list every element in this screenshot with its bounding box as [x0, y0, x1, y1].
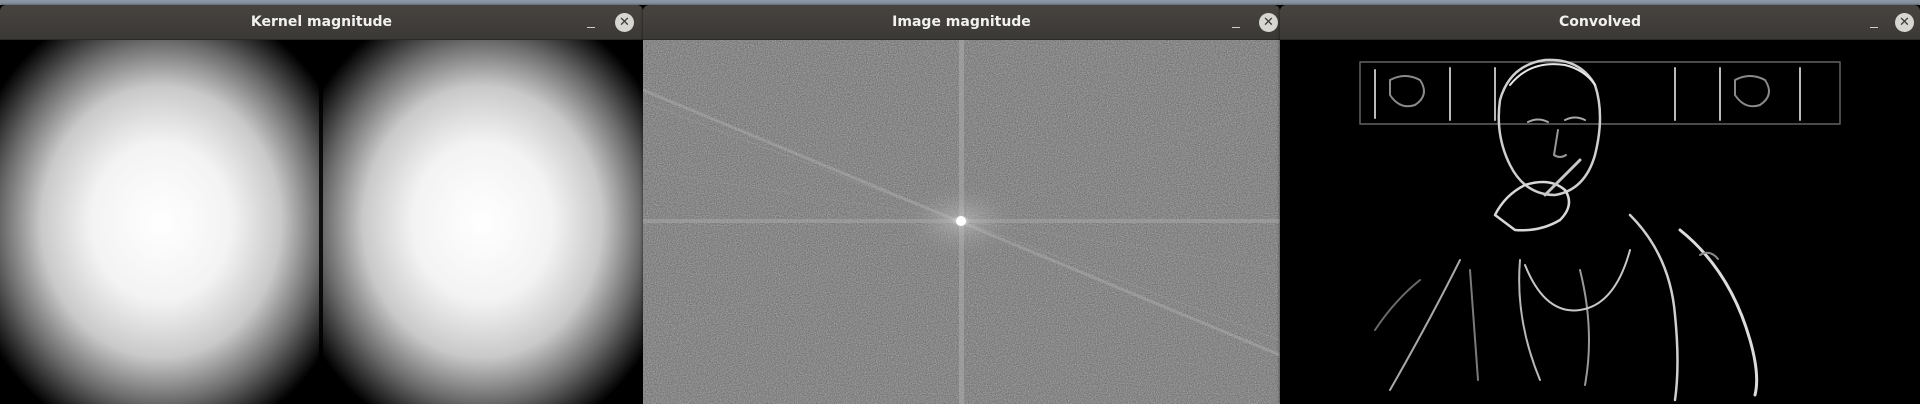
- close-button[interactable]: ✕: [615, 13, 634, 32]
- window-kernel-magnitude[interactable]: Kernel magnitude ✕: [0, 5, 643, 404]
- window-title: Convolved: [1558, 14, 1642, 30]
- minimize-button[interactable]: [583, 15, 599, 31]
- convolved-image: [1280, 40, 1920, 404]
- window-image-magnitude[interactable]: Image magnitude ✕: [643, 5, 1280, 404]
- minimize-button[interactable]: [1228, 15, 1244, 31]
- desktop: Kernel magnitude ✕ Image magnitude ✕ Con…: [0, 0, 1920, 404]
- window-title: Kernel magnitude: [250, 14, 393, 30]
- titlebar[interactable]: Kernel magnitude ✕: [0, 5, 643, 40]
- window-title: Image magnitude: [892, 14, 1031, 30]
- titlebar[interactable]: Image magnitude ✕: [643, 5, 1280, 40]
- image-magnitude-spectrum: [643, 40, 1280, 404]
- kernel-magnitude-image: [0, 40, 643, 404]
- kernel-right-lobe: [322, 40, 643, 404]
- minimize-button[interactable]: [1866, 15, 1882, 31]
- close-button[interactable]: ✕: [1259, 13, 1278, 32]
- kernel-left-lobe: [0, 40, 322, 404]
- close-button[interactable]: ✕: [1895, 13, 1914, 32]
- titlebar[interactable]: Convolved ✕: [1280, 5, 1920, 40]
- window-convolved[interactable]: Convolved ✕: [1280, 5, 1920, 404]
